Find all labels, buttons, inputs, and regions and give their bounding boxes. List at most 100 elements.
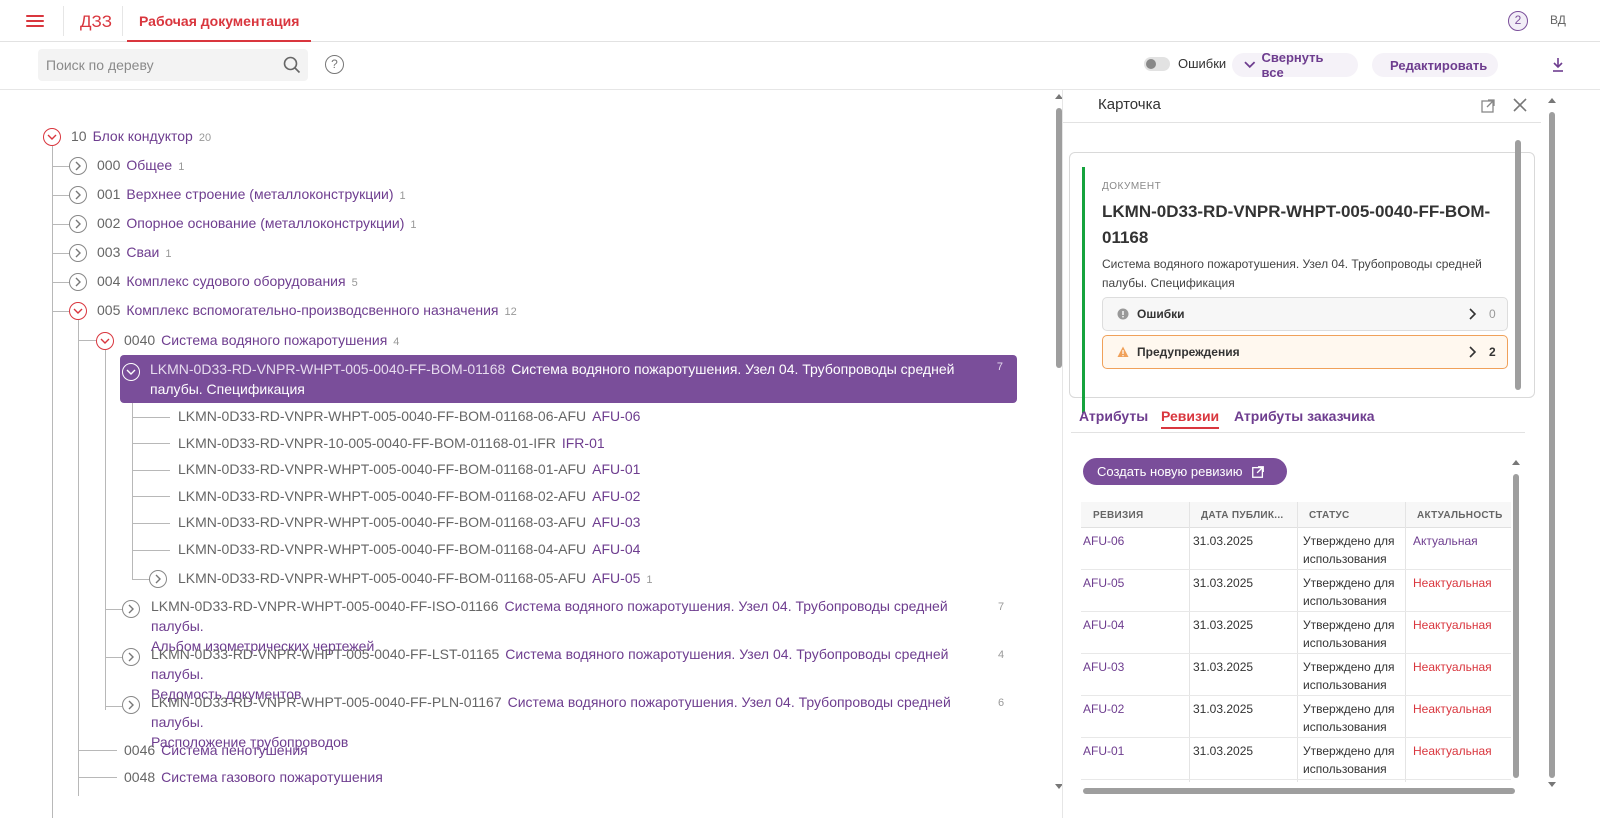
expand-toggle-icon[interactable] (69, 273, 87, 291)
table-row[interactable]: AFU-02 31.03.2025 Утверждено для использ… (1081, 696, 1511, 738)
table-row[interactable]: AFU-06 31.03.2025 Утверждено для использ… (1081, 528, 1511, 570)
avatar[interactable]: ВД (1550, 13, 1566, 27)
tree-node-revision[interactable]: LKMN-0D33-RD-VNPR-WHPT-005-0040-FF-BOM-0… (178, 406, 640, 426)
scrollbar-thumb[interactable] (1515, 140, 1521, 390)
errors-label: Ошибки (1137, 307, 1185, 321)
tree-node[interactable]: 001 Верхнее строение (металлоконструкции)… (97, 184, 406, 206)
tree-node[interactable]: 0048 Система газового пожаротушения (124, 767, 383, 787)
notifications-badge[interactable]: 2 (1508, 11, 1528, 31)
tree-search-input[interactable] (38, 49, 308, 81)
expand-toggle-icon[interactable] (122, 696, 140, 714)
table-row[interactable]: AFU-04 31.03.2025 Утверждено для использ… (1081, 612, 1511, 654)
scroll-up-icon[interactable] (1512, 460, 1520, 465)
rev-link[interactable]: AFU-01 (1083, 742, 1124, 760)
tab-working-docs[interactable]: Рабочая документация (127, 0, 312, 42)
app-name[interactable]: ДЗЗ (80, 12, 112, 32)
hamburger-menu-icon[interactable] (26, 12, 44, 30)
tab-customer-attributes[interactable]: Атрибуты заказчика (1234, 408, 1375, 424)
node-code: LKMN-0D33-RD-VNPR-WHPT-005-0040-FF-BOM-0… (178, 488, 587, 504)
errors-toggle[interactable]: Ошибки (1144, 56, 1226, 71)
tree-line (52, 146, 53, 818)
toggle-switch[interactable] (1144, 56, 1170, 71)
expand-toggle-icon[interactable] (69, 215, 87, 233)
tab-revisions[interactable]: Ревизии (1161, 408, 1220, 429)
tree-line (52, 282, 69, 283)
tree-node[interactable]: 0040 Система водяного пожаротушения 4 (124, 330, 399, 352)
tree-node-revision[interactable]: LKMN-0D33-RD-VNPR-WHPT-005-0040-FF-BOM-0… (178, 512, 640, 532)
divider (1063, 122, 1541, 123)
collapse-toggle-icon[interactable] (69, 302, 87, 320)
expand-toggle-icon[interactable] (69, 244, 87, 262)
tree-line (78, 320, 79, 796)
tree-node-revision[interactable]: LKMN-0D33-RD-VNPR-WHPT-005-0040-FF-BOM-0… (178, 486, 640, 506)
expand-toggle-icon[interactable] (122, 600, 140, 618)
panel-scrollbar[interactable] (1548, 98, 1556, 788)
close-icon[interactable] (1513, 98, 1527, 112)
node-code: 001 (97, 186, 121, 202)
node-count: 12 (504, 306, 517, 318)
scrollbar-thumb[interactable] (1083, 788, 1515, 794)
node-code: LKMN-0D33-RD-VNPR-WHPT-005-0040-FF-ISO-0… (151, 598, 499, 614)
expand-toggle-icon[interactable] (69, 157, 87, 175)
tab-attributes[interactable]: Атрибуты (1079, 408, 1148, 424)
table-row[interactable]: AFU-03 31.03.2025 Утверждено для использ… (1081, 654, 1511, 696)
node-name: Система водяного пожаротушения (161, 332, 388, 348)
help-icon[interactable]: ? (325, 55, 344, 74)
table-horizontal-scrollbar[interactable] (1071, 788, 1519, 794)
tree-node-revision[interactable]: LKMN-0D33-RD-VNPR-10-005-0040-FF-BOM-011… (178, 433, 605, 453)
open-external-icon[interactable] (1480, 98, 1496, 114)
errors-row[interactable]: Ошибки 0 (1102, 297, 1508, 331)
tree-node-revision[interactable]: LKMN-0D33-RD-VNPR-WHPT-005-0040-FF-BOM-0… (178, 568, 653, 590)
card-scrollbar[interactable] (1515, 140, 1521, 390)
collapse-toggle-icon[interactable] (122, 363, 140, 381)
scroll-up-icon[interactable] (1548, 98, 1556, 103)
tree-line (79, 340, 96, 341)
rev-link[interactable]: AFU-05 (1083, 574, 1124, 592)
table-scrollbar[interactable] (1512, 460, 1520, 780)
scroll-down-icon[interactable] (1548, 782, 1556, 787)
collapse-all-button[interactable]: Свернуть все (1232, 50, 1358, 80)
warnings-row[interactable]: Предупреждения 2 (1102, 335, 1508, 369)
node-code: LKMN-0D33-RD-VNPR-10-005-0040-FF-BOM-011… (178, 435, 556, 451)
tree-line (52, 195, 69, 196)
rev-link[interactable]: AFU-04 (1083, 616, 1124, 634)
tree-node[interactable]: 0046 Система пенотушения (124, 740, 308, 760)
chevron-right-icon (1469, 308, 1477, 320)
column-header[interactable]: АКТУАЛЬНОСТЬ (1405, 502, 1511, 528)
edit-button[interactable]: Редактировать (1372, 53, 1498, 77)
column-header[interactable]: ДАТА ПУБЛИК... (1189, 502, 1297, 528)
rev-date: 31.03.2025 (1193, 534, 1254, 548)
collapse-toggle-icon[interactable] (43, 128, 61, 146)
expand-toggle-icon[interactable] (149, 570, 167, 588)
tree-node[interactable]: 003 Сваи 1 (97, 242, 171, 264)
collapse-toggle-icon[interactable] (96, 332, 114, 350)
node-name: IFR-01 (561, 435, 605, 451)
tree-node-root[interactable]: 10 Блок кондуктор 20 (71, 126, 211, 148)
rev-link[interactable]: AFU-06 (1083, 532, 1124, 550)
tree-node-selected[interactable]: LKMN-0D33-RD-VNPR-WHPT-005-0040-FF-BOM-0… (120, 355, 1017, 403)
tree-node-revision[interactable]: LKMN-0D33-RD-VNPR-WHPT-005-0040-FF-BOM-0… (178, 539, 640, 559)
expand-toggle-icon[interactable] (69, 186, 87, 204)
scrollbar-thumb[interactable] (1513, 474, 1519, 778)
expand-toggle-icon[interactable] (122, 648, 140, 666)
rev-link[interactable]: AFU-02 (1083, 700, 1124, 718)
tree-node[interactable]: 005 Комплекс вспомогательно-производсвенн… (97, 300, 517, 322)
rev-link[interactable]: AFU-03 (1083, 658, 1124, 676)
tree-node[interactable]: 000 Общее 1 (97, 155, 184, 177)
download-icon[interactable] (1551, 57, 1565, 73)
table-row[interactable]: AFU-01 31.03.2025 Утверждено для использ… (1081, 738, 1511, 780)
tree-node-revision[interactable]: LKMN-0D33-RD-VNPR-WHPT-005-0040-FF-BOM-0… (178, 459, 640, 479)
node-count: 1 (399, 190, 406, 202)
rev-status: Утверждено для использования (1303, 744, 1395, 776)
scrollbar-thumb[interactable] (1549, 112, 1555, 778)
table-row[interactable]: AFU-05 31.03.2025 Утверждено для использ… (1081, 570, 1511, 612)
column-header[interactable]: СТАТУС (1297, 502, 1405, 528)
tree-node[interactable]: 004 Комплекс судового оборудования 5 (97, 271, 358, 293)
create-revision-button[interactable]: Создать новую ревизию (1083, 458, 1287, 485)
node-count: 1 (646, 574, 653, 586)
column-header[interactable]: РЕВИЗИЯ (1081, 502, 1189, 528)
rev-status: Утверждено для использования (1303, 660, 1395, 692)
tree-node[interactable]: 002 Опорное основание (металлоконструкции… (97, 213, 417, 235)
search-icon[interactable] (283, 56, 301, 74)
node-count: 5 (351, 277, 358, 289)
